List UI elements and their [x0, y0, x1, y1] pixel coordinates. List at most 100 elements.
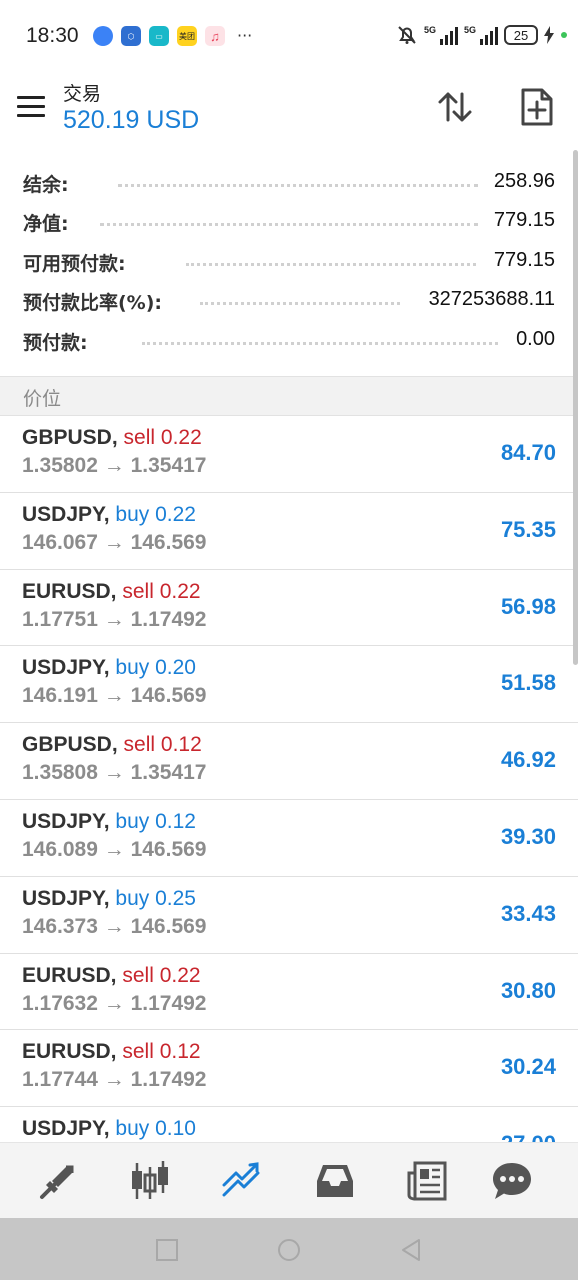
news-icon	[407, 1161, 447, 1201]
summary-row-margin: 预付款: 0.00	[0, 308, 578, 354]
meituan-app-icon: 美团	[177, 26, 197, 46]
summary-row-equity: 净值: 779.15	[0, 189, 578, 235]
position-prices: 146.373 → 146.569	[22, 914, 207, 938]
position-symbol: USDJPY,	[22, 502, 110, 526]
position-symbol: USDJPY,	[22, 809, 110, 833]
position-volume: 0.25	[155, 886, 196, 910]
position-direction: sell	[122, 579, 154, 603]
nav-quotes[interactable]	[36, 1159, 80, 1203]
nav-trade[interactable]	[220, 1159, 264, 1203]
summary-row-balance: 结余: 258.96	[0, 150, 578, 196]
position-row[interactable]: EURUSD, sell 0.12 1.17744 → 1.17492 30.2…	[0, 1030, 578, 1108]
nav-chat[interactable]	[490, 1159, 534, 1203]
position-prices: 1.35808 → 1.35417	[22, 761, 207, 785]
position-prices: 146.191 → 146.569	[22, 684, 207, 708]
position-direction: sell	[123, 426, 156, 449]
position-profit: 39.30	[500, 823, 556, 849]
account-summary: 结余: 258.96 净值: 779.15 可用预付款: 779.15 预付款比…	[0, 150, 578, 376]
position-row[interactable]: GBPUSD, sell 0.22 1.35802 → 1.35417 84.7…	[0, 416, 578, 493]
position-symbol: USDJPY,	[22, 886, 110, 910]
position-volume: 0.12	[159, 1040, 201, 1064]
position-row[interactable]: EURUSD, sell 0.22 1.17632 → 1.17492 30.8…	[0, 954, 578, 1031]
chat-icon	[493, 1163, 531, 1199]
position-symbol: USDJPY,	[22, 656, 110, 680]
position-direction: buy	[115, 886, 150, 910]
position-row[interactable]: USDJPY, buy 0.12 146.089 → 146.569 39.30	[0, 800, 578, 877]
position-symbol: EURUSD,	[22, 963, 117, 987]
position-volume: 0.22	[159, 963, 201, 987]
nav-chart[interactable]	[128, 1159, 172, 1203]
recents-button[interactable]	[155, 1238, 179, 1262]
dotted-leader	[100, 223, 478, 226]
position-direction: sell	[122, 1040, 154, 1064]
position-volume: 0.22	[155, 502, 196, 526]
nav-history[interactable]	[313, 1159, 357, 1203]
nav-news[interactable]	[405, 1159, 449, 1203]
scrollbar[interactable]	[573, 150, 578, 665]
summary-row-free-margin: 可用预付款: 779.15	[0, 229, 578, 275]
position-direction: buy	[115, 1117, 150, 1141]
status-right: 5G 5G 25	[396, 24, 568, 46]
inbox-icon	[317, 1165, 353, 1197]
position-profit: 75.35	[500, 516, 556, 542]
position-profit: 30.24	[500, 1054, 556, 1080]
status-app-icons: ⬡ ▭ 美团 ♫ ···	[93, 26, 252, 46]
summary-label: 预付款:	[23, 332, 88, 354]
position-row[interactable]: USDJPY, buy 0.25 146.373 → 146.569 33.43	[0, 877, 578, 954]
chart-icon	[132, 1161, 168, 1199]
bottom-navigation	[0, 1142, 578, 1218]
book-app-icon: ▭	[149, 26, 169, 46]
position-volume: 0.22	[160, 426, 202, 449]
position-row[interactable]: USDJPY, buy 0.10 27.00	[0, 1107, 578, 1142]
position-row[interactable]: EURUSD, sell 0.22 1.17751 → 1.17492 56.9…	[0, 570, 578, 647]
positions-section-header: 价位	[0, 376, 578, 416]
position-profit: 46.92	[500, 747, 556, 773]
position-volume: 0.20	[155, 656, 196, 680]
position-profit: 84.70	[500, 440, 556, 465]
status-time: 18:30	[26, 24, 79, 47]
browser-app-icon	[93, 26, 113, 46]
section-label: 价位	[23, 388, 62, 410]
summary-value: 0.00	[516, 328, 555, 350]
mute-bell-icon	[398, 26, 416, 44]
quotes-icon	[40, 1165, 74, 1199]
position-prices: 1.17632 → 1.17492	[22, 991, 207, 1015]
position-symbol: GBPUSD,	[22, 426, 118, 449]
position-symbol: USDJPY,	[22, 1117, 110, 1141]
position-row[interactable]: USDJPY, buy 0.22 146.067 → 146.569 75.35	[0, 493, 578, 570]
more-notifications-icon: ···	[237, 26, 253, 45]
system-navigation-bar	[0, 1218, 578, 1280]
position-profit: 56.98	[500, 593, 556, 619]
app-header: 交易 520.19 USD	[0, 74, 578, 150]
position-volume: 0.22	[159, 579, 201, 603]
battery-icon: 25	[504, 25, 538, 45]
position-symbol: EURUSD,	[22, 579, 117, 603]
position-prices: 1.35802 → 1.35417	[22, 454, 207, 477]
position-direction: buy	[115, 656, 150, 680]
new-order-icon[interactable]	[520, 88, 554, 126]
dotted-leader	[200, 302, 400, 305]
positions-list: GBPUSD, sell 0.22 1.35802 → 1.35417 84.7…	[0, 416, 578, 1142]
dotted-leader	[118, 184, 478, 187]
position-direction: sell	[122, 963, 154, 987]
position-row[interactable]: GBPUSD, sell 0.12 1.35808 → 1.35417 46.9…	[0, 723, 578, 800]
summary-row-margin-level: 预付款比率(%): 327253688.11	[0, 268, 578, 314]
position-direction: sell	[123, 733, 156, 757]
position-row[interactable]: USDJPY, buy 0.20 146.191 → 146.569 51.58	[0, 646, 578, 724]
position-profit: 27.00	[501, 1131, 556, 1142]
trade-icon	[222, 1162, 260, 1197]
status-bar: 18:30 ⬡ ▭ 美团 ♫ ··· 5G 5G 25	[0, 0, 578, 74]
back-button[interactable]	[399, 1238, 423, 1262]
position-volume: 0.12	[155, 809, 196, 833]
menu-icon[interactable]	[17, 96, 45, 118]
music-app-icon: ♫	[205, 26, 225, 46]
status-dot-icon	[561, 32, 567, 38]
position-profit: 51.58	[500, 670, 556, 696]
position-prices: 1.17751 → 1.17492	[22, 607, 207, 631]
position-volume: 0.10	[155, 1117, 196, 1141]
sort-icon[interactable]	[436, 88, 474, 126]
signal-icon: 5G	[464, 25, 498, 45]
home-button[interactable]	[277, 1238, 301, 1262]
dotted-leader	[186, 263, 476, 266]
position-direction: buy	[115, 502, 150, 526]
